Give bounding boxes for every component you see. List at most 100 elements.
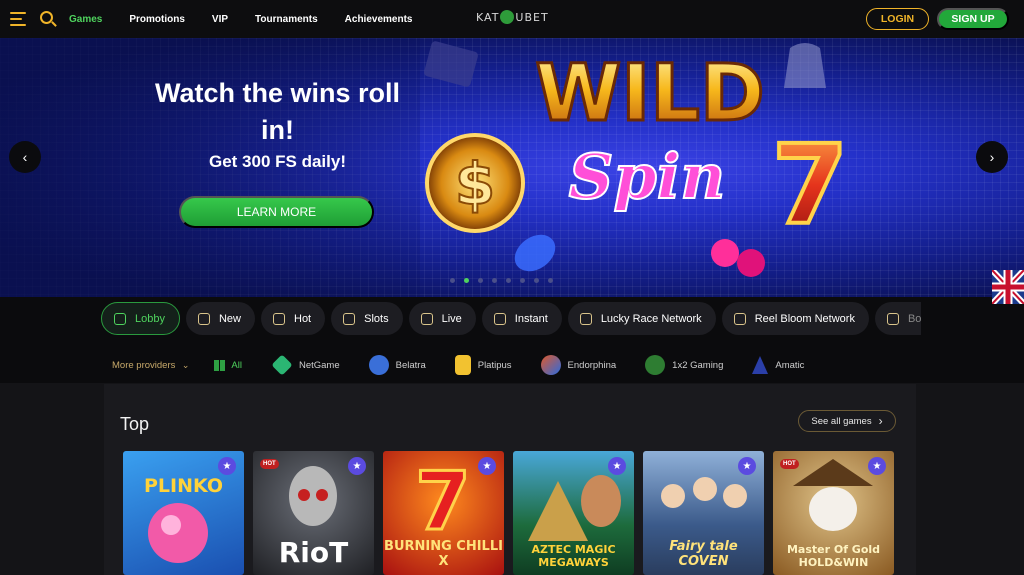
endorphina-logo-icon [540,355,561,375]
login-button[interactable]: LOGIN [866,8,929,30]
1x2-logo-icon [645,355,666,375]
promo-banner: Watch the wins roll in! Get 300 FS daily… [0,38,1024,297]
flame-icon [273,312,285,325]
provider-label: Amatic [775,359,805,371]
tab-reel-bloom-network[interactable]: Reel Bloom Network [721,302,869,335]
tab-lobby[interactable]: Lobby [101,302,180,335]
provider-label: Platipus [477,359,512,371]
hot-badge: HOT [780,459,799,469]
tab-new[interactable]: New [185,302,255,335]
favorite-star-icon[interactable]: ★ [738,457,756,475]
coin-dollar-text: $ [455,150,495,218]
new-icon [197,312,210,325]
game-tile-burning-chilli-x[interactable]: 7 BURNING CHILLI X ★ [383,451,504,575]
network-icon [733,312,746,325]
see-all-games-button[interactable]: See all games [798,410,896,432]
logo-mark-icon [500,10,515,24]
game-tile-fairy-tale-coven[interactable]: Fairy tale COVEN ★ [643,451,764,575]
carousel-dot[interactable] [548,278,553,283]
game-tile-plinko[interactable]: PLINKO ★ [123,451,244,575]
tab-label: Bonus W [907,312,921,325]
tab-label: Hot [294,312,312,325]
tab-label: Reel Bloom Network [754,312,855,325]
nav-tournaments[interactable]: Tournaments [255,14,318,25]
banner-subheadline: Get 300 FS daily! [209,152,346,171]
chevron-left-icon: ‹ [22,149,28,165]
carousel-dot[interactable] [478,278,483,283]
carousel-dot[interactable] [450,278,455,283]
tab-lucky-race-network[interactable]: Lucky Race Network [567,302,716,335]
game-tile-riot[interactable]: RioT HOT ★ [253,451,374,575]
provider-platipus[interactable]: Platipus [454,355,512,375]
nav-promotions[interactable]: Promotions [129,14,185,25]
tab-bonus[interactable]: Bonus W [874,302,921,335]
category-bar: Lobby New Hot Slots Live Instant Lucky R… [0,297,1024,383]
provider-all[interactable]: All [214,359,242,371]
favorite-star-icon[interactable]: ★ [868,457,886,475]
tab-label: Slots [364,312,389,325]
nav-achievements[interactable]: Achievements [345,14,413,25]
uk-flag-icon[interactable] [992,270,1024,304]
signup-button[interactable]: SIGN UP [937,8,1009,30]
favorite-star-icon[interactable]: ★ [478,457,496,475]
tab-instant[interactable]: Instant [481,302,562,335]
tab-slots[interactable]: Slots [331,302,403,335]
game-tile-aztec-magic-megaways[interactable]: AZTEC MAGIC MEGAWAYS ★ [513,451,634,575]
wild-text: WILD [535,49,765,139]
provider-belatra[interactable]: Belatra [368,355,426,375]
provider-netgame[interactable]: NetGame [271,354,340,376]
carousel-dot[interactable] [464,278,469,283]
hot-badge: HOT [260,459,279,469]
top-bar: Games Promotions VIP Tournaments Achieve… [0,0,1024,38]
favorite-star-icon[interactable]: ★ [348,457,366,475]
spin-text: Spin [569,140,726,213]
game-title: Fairy tale COVEN [669,539,738,569]
site-logo[interactable]: KAT UBET [476,10,549,24]
game-title: BURNING CHILLI X [384,539,503,569]
tab-label: Lobby [135,312,165,325]
provider-label: NetGame [298,359,340,371]
game-title: AZTEC MAGIC MEGAWAYS [531,543,616,569]
network-icon [579,312,592,325]
learn-more-button[interactable]: LEARN MORE [179,196,374,228]
favorite-star-icon[interactable]: ★ [608,457,626,475]
search-icon[interactable] [40,11,53,24]
carousel-dot[interactable] [492,278,497,283]
favorite-star-icon[interactable]: ★ [218,457,236,475]
belatra-logo-icon [368,355,389,375]
section-title: Top [120,414,150,434]
amatic-logo-icon [752,356,769,374]
carousel-dot[interactable] [506,278,511,283]
provider-label: All [231,359,242,371]
game-tile-master-of-gold[interactable]: Master Of Gold HOLD&WIN HOT ★ [773,451,894,575]
live-icon [420,312,433,325]
provider-1x2gaming[interactable]: 1x2 Gaming [645,355,723,375]
provider-amatic[interactable]: Amatic [752,356,804,374]
carousel-dot[interactable] [520,278,525,283]
game-title: Master Of Gold HOLD&WIN [786,543,881,569]
tab-label: Instant [514,312,548,325]
logo-text-left: KAT [476,11,500,24]
hamburger-menu-icon[interactable] [10,12,26,26]
tab-live[interactable]: Live [408,302,476,335]
nav-games[interactable]: Games [69,14,102,25]
platipus-logo-icon [454,355,471,375]
provider-filter: More providers All NetGame Belatra Plati… [112,354,833,376]
banner-prev-button[interactable]: ‹ [9,141,41,173]
provider-endorphina[interactable]: Endorphina [540,355,616,375]
top-games-list: PLINKO ★ RioT HOT ★ 7 BURNING CHILLI X ★… [123,451,894,575]
lobby-icon [114,312,126,325]
category-tabs: Lobby New Hot Slots Live Instant Lucky R… [101,302,921,335]
more-providers-dropdown[interactable]: More providers [112,360,189,371]
nav-vip[interactable]: VIP [212,14,228,25]
seven-text: 7 [772,121,849,249]
netgame-logo-icon [271,354,293,376]
carousel-dot[interactable] [534,278,539,283]
banner-headline: Watch the wins roll in! [154,78,401,145]
grid-icon [214,359,226,371]
provider-label: Belatra [395,359,426,371]
banner-next-button[interactable]: › [976,141,1008,173]
tab-hot[interactable]: Hot [261,302,326,335]
cherries-icon [343,312,356,325]
game-title: RioT [278,536,349,569]
